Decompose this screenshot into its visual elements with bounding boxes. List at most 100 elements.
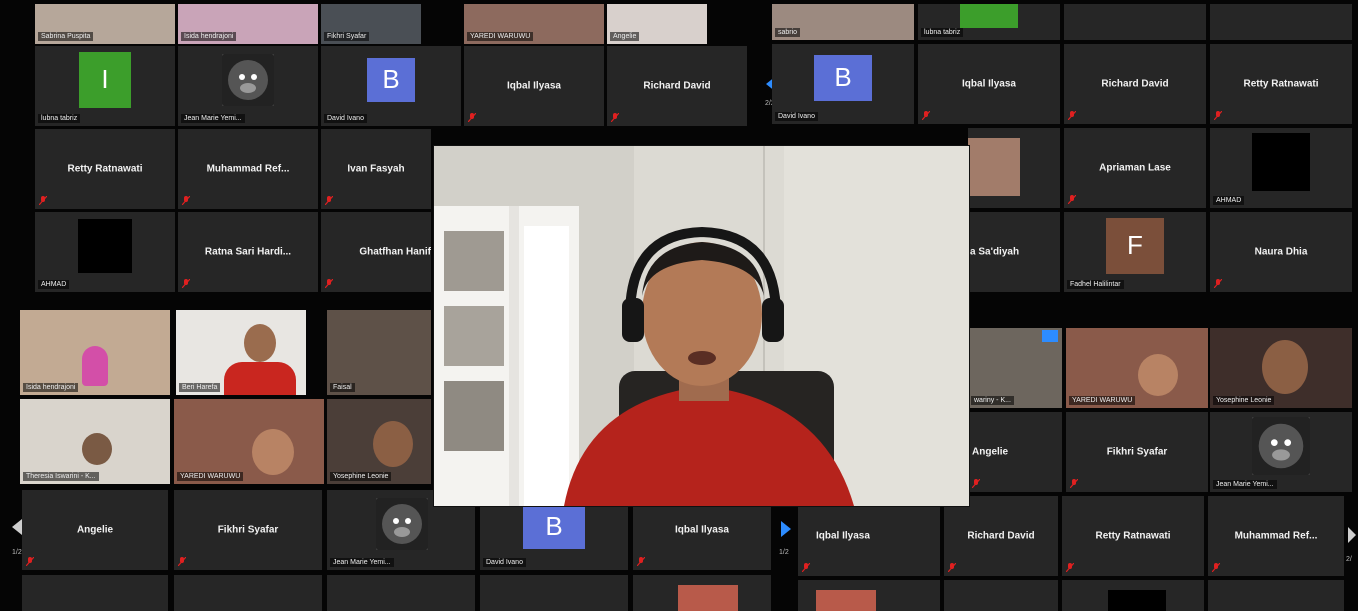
participant-tile[interactable]: sabrio [772,4,914,40]
mic-muted-icon [178,557,186,566]
next-page-arrow-icon[interactable] [1346,526,1356,544]
participant-tile[interactable]: YAREDI WARUWU [1066,328,1208,408]
participant-tile[interactable]: Fikhri Syafar [1066,412,1208,492]
mic-muted-icon [972,479,980,488]
participant-tile[interactable]: Yosephine Leonie [1210,328,1352,408]
participant-tile[interactable]: Isida hendrajoni [178,4,318,44]
participant-tile[interactable]: Retty Ratnawati [1062,496,1204,576]
participant-tile[interactable]: Richard David [944,496,1058,576]
participant-name: Fikhri Syafar [1106,446,1168,458]
participant-tile[interactable]: F Fadhel Halilintar [1064,212,1206,292]
participant-tile[interactable]: Iqbal Ilyasa [464,46,604,126]
participant-tile[interactable]: Theresia Iswarini - K... [20,399,170,484]
participant-tile[interactable] [1062,580,1204,611]
participant-tile[interactable]: Isida hendrajoni [20,310,170,395]
participant-name: Retty Ratnawati [1095,530,1171,542]
participant-tile[interactable]: Angelie [22,490,168,570]
active-speaker-video[interactable] [433,145,970,507]
page-indicator: 2/ [1346,556,1352,563]
participant-tile[interactable]: AHMAD [1210,128,1352,208]
participant-caption: YAREDI WARUWU [177,472,244,481]
participant-caption: David Ivano [775,112,818,121]
participant-tile[interactable]: I lubna tabriz [35,46,175,126]
participant-tile[interactable]: Yosephine Leonie [327,399,431,484]
participant-tile[interactable]: Beri Harefa [176,310,306,395]
participant-tile[interactable]: Muhammad Ref... [1208,496,1344,576]
participant-tile[interactable]: B David Ivano [321,46,461,126]
participant-tile[interactable]: Retty Ratnawati [35,129,175,209]
participant-tile[interactable]: Naura Dhia [1210,212,1352,292]
participant-tile[interactable] [1208,580,1344,611]
mic-muted-icon [182,279,190,288]
participant-tile[interactable]: Sabrina Puspita [35,4,175,44]
participant-tile[interactable]: Muhammad Ref... [178,129,318,209]
gorilla-avatar-icon [222,53,274,106]
black-video [1108,590,1166,611]
participant-tile[interactable]: Iqbal Ilyasa [798,496,940,576]
participant-tile[interactable] [480,575,628,611]
page-indicator: 1/2 [12,549,22,556]
mic-muted-icon [39,196,47,205]
participant-tile[interactable]: wariny - K... [968,328,1062,408]
participant-tile[interactable]: lubna tabriz [918,4,1060,40]
participant-caption: Jean Marie Yemi... [1213,480,1277,489]
participant-tile[interactable]: Jean Marie Yemi... [178,46,318,126]
participant-name: Ivan Fasyah [347,163,405,175]
participant-tile[interactable]: Apriaman Lase [1064,128,1206,208]
next-page-arrow-icon[interactable] [779,520,793,538]
participant-tile[interactable] [1064,4,1206,40]
mic-muted-icon [1068,111,1076,120]
participant-tile[interactable]: Ghatfhan Hanif [321,212,431,292]
participant-tile[interactable]: Faisal [327,310,431,395]
participant-name: Muhammad Ref... [206,163,290,175]
participant-tile[interactable] [633,575,771,611]
mic-muted-icon [1212,563,1220,572]
participant-tile[interactable] [968,128,1060,208]
participant-tile[interactable] [174,575,322,611]
participant-tile[interactable] [798,580,940,611]
avatar: B [814,54,872,101]
mic-muted-icon [468,113,476,122]
participant-name: Angelie [76,524,114,536]
participant-tile[interactable]: Ivan Fasyah [321,129,431,209]
participant-tile[interactable]: Richard David [1064,44,1206,124]
participant-name: Retty Ratnawati [67,163,143,175]
participant-name: Angelie [972,446,1009,458]
participant-tile[interactable]: Fikhri Syafar [321,4,421,44]
black-video [1252,132,1310,191]
participant-name: Fikhri Syafar [217,524,279,536]
participant-caption: Yosephine Leonie [1213,396,1275,405]
participant-video [678,585,738,611]
mic-muted-icon [637,557,645,566]
mic-muted-icon [948,563,956,572]
participant-tile[interactable]: Angelie [968,412,1062,492]
participant-tile[interactable]: Jean Marie Yemi... [1210,412,1352,492]
participant-tile[interactable] [1210,4,1352,40]
mic-muted-icon [922,111,930,120]
participant-tile[interactable]: YAREDI WARUWU [464,4,604,44]
participant-tile[interactable]: Retty Ratnawati [1210,44,1352,124]
participant-name: Naura Dhia [1254,246,1308,258]
avatar: B [367,57,415,102]
mic-muted-icon [1214,111,1222,120]
gorilla-avatar-icon [376,497,428,550]
participant-tile[interactable]: Fikhri Syafar [174,490,322,570]
participant-tile[interactable]: Richard David [607,46,747,126]
participant-caption: YAREDI WARUWU [1069,396,1136,405]
participant-tile[interactable] [944,580,1058,611]
participant-caption: Faisal [330,383,355,392]
participant-tile[interactable] [22,575,168,611]
participant-tile[interactable]: AHMAD [35,212,175,292]
avatar: B [523,503,585,549]
participant-caption: Sabrina Puspita [38,32,94,41]
participant-caption: Fikhri Syafar [324,32,370,41]
participant-video [968,138,1020,196]
participant-tile[interactable]: a Sa'diyah [968,212,1060,292]
participant-caption: AHMAD [38,280,70,289]
participant-tile[interactable]: YAREDI WARUWU [174,399,324,484]
participant-tile[interactable]: Iqbal Ilyasa [918,44,1060,124]
participant-tile[interactable]: B David Ivano [772,44,914,124]
participant-tile[interactable]: Ratna Sari Hardi... [178,212,318,292]
participant-tile[interactable]: Angelie [607,4,707,44]
participant-tile[interactable] [327,575,475,611]
